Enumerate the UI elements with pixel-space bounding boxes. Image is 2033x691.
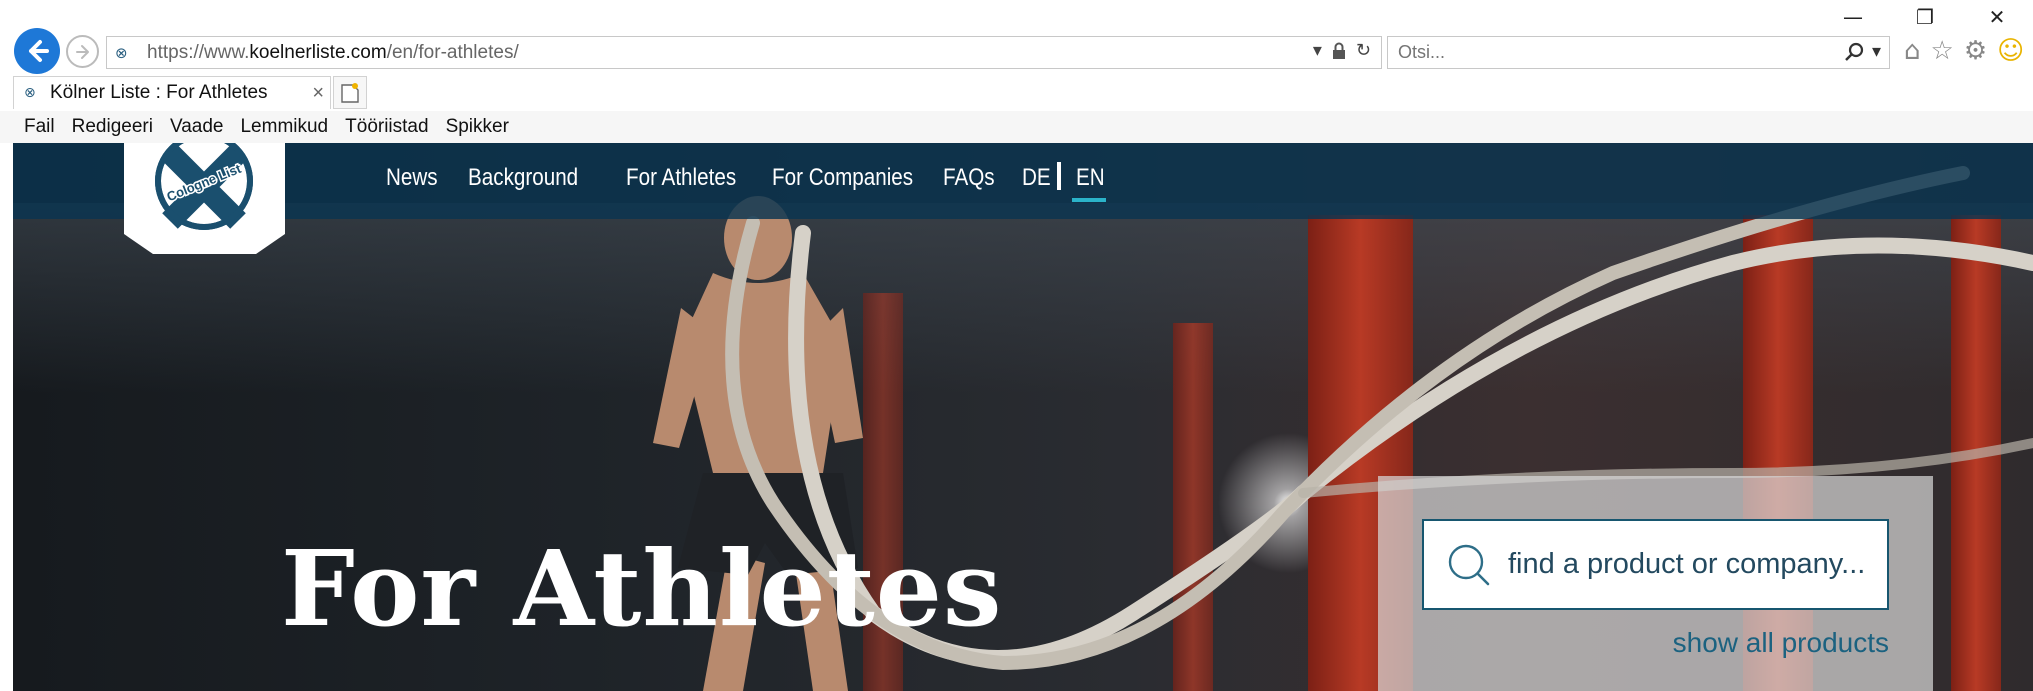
browser-toolbar-icons: ⌂ ☆ ⚙ ☺ <box>1904 36 2024 66</box>
minimize-button[interactable]: — <box>1817 0 1889 34</box>
settings-gear-icon[interactable]: ⚙ <box>1964 36 1987 66</box>
menu-item-help[interactable]: Spikker <box>446 116 509 138</box>
address-url[interactable]: https://www.koelnerliste.com/en/for-athl… <box>147 42 519 64</box>
menu-item-view[interactable]: Vaade <box>170 116 224 138</box>
menu-item-file[interactable]: Fail <box>24 116 55 138</box>
back-button[interactable] <box>14 28 60 74</box>
tab-close-icon[interactable]: × <box>312 82 324 105</box>
nav-for-athletes[interactable]: For Athletes <box>626 164 736 192</box>
feedback-smiley-icon[interactable]: ☺ <box>1997 36 2024 66</box>
site-logo[interactable]: Cologne List <box>124 143 285 254</box>
home-icon[interactable]: ⌂ <box>1904 36 1921 66</box>
show-all-products-link[interactable]: show all products <box>1673 627 1889 659</box>
site-icon: ⊗ <box>115 43 128 62</box>
nav-background[interactable]: Background <box>468 164 578 192</box>
menu-bar: Fail Redigeeri Vaade Lemmikud Tööriistad… <box>0 111 2033 143</box>
address-tools: ▾ ↻ <box>1313 40 1371 61</box>
nav-faqs[interactable]: FAQs <box>943 164 995 192</box>
close-button[interactable]: ✕ <box>1961 0 2033 34</box>
product-search-panel: show all products <box>1378 476 1933 691</box>
nav-news[interactable]: News <box>386 164 438 192</box>
restore-button[interactable]: ❐ <box>1889 0 1961 34</box>
cologne-list-logo: Cologne List <box>155 143 253 230</box>
tab-site-icon: ⊗ <box>24 85 36 101</box>
browser-tab[interactable]: ⊗ Kölner Liste : For Athletes × <box>13 76 331 109</box>
new-tab-icon <box>341 82 359 103</box>
favorites-star-icon[interactable]: ☆ <box>1931 36 1954 66</box>
product-search-field[interactable] <box>1422 519 1889 610</box>
browser-search-box[interactable]: ▾ <box>1387 36 1890 69</box>
browser-chrome: — ❐ ✕ ⊗ https://www.koelnerliste.com/en/… <box>0 0 2033 143</box>
back-arrow-icon <box>29 40 49 62</box>
search-icon[interactable] <box>1844 42 1864 62</box>
nav-lang-de[interactable]: DE <box>1022 164 1051 192</box>
window-controls: — ❐ ✕ <box>1817 0 2033 34</box>
forward-button[interactable] <box>66 35 99 68</box>
product-search-input[interactable] <box>1508 548 1878 581</box>
browser-search-tools: ▾ <box>1844 41 1881 62</box>
menu-item-edit[interactable]: Redigeeri <box>72 116 153 138</box>
tab-title: Kölner Liste : For Athletes <box>50 82 268 103</box>
nav-for-companies[interactable]: For Companies <box>772 164 913 192</box>
forward-arrow-icon <box>75 44 89 59</box>
nav-lang-en[interactable]: EN <box>1076 164 1105 192</box>
search-dropdown-icon[interactable]: ▾ <box>1872 41 1881 62</box>
dropdown-icon[interactable]: ▾ <box>1313 40 1322 61</box>
active-lang-underline <box>1072 198 1106 202</box>
search-icon <box>1448 544 1490 585</box>
web-page: Cologne List News Background For Athlete… <box>13 143 2033 691</box>
address-bar[interactable]: ⊗ https://www.koelnerliste.com/en/for-at… <box>106 36 1382 69</box>
lang-separator <box>1057 162 1061 190</box>
menu-item-favorites[interactable]: Lemmikud <box>240 116 328 138</box>
menu-item-tools[interactable]: Tööriistad <box>345 116 428 138</box>
browser-search-input[interactable] <box>1398 42 1798 63</box>
lock-icon[interactable] <box>1332 42 1346 60</box>
hero-title: For Athletes <box>281 527 1003 650</box>
new-tab-button[interactable] <box>333 76 367 109</box>
refresh-icon[interactable]: ↻ <box>1356 40 1371 61</box>
